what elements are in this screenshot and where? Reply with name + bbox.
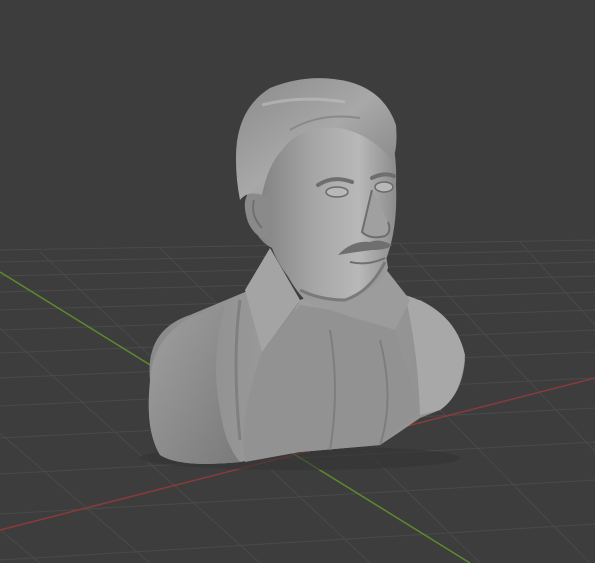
viewport-canvas[interactable]	[0, 0, 595, 563]
bust-eye-right	[374, 181, 394, 193]
bust-model[interactable]	[140, 78, 465, 470]
bust-eye-left	[325, 186, 349, 198]
3d-viewport[interactable]	[0, 0, 595, 563]
